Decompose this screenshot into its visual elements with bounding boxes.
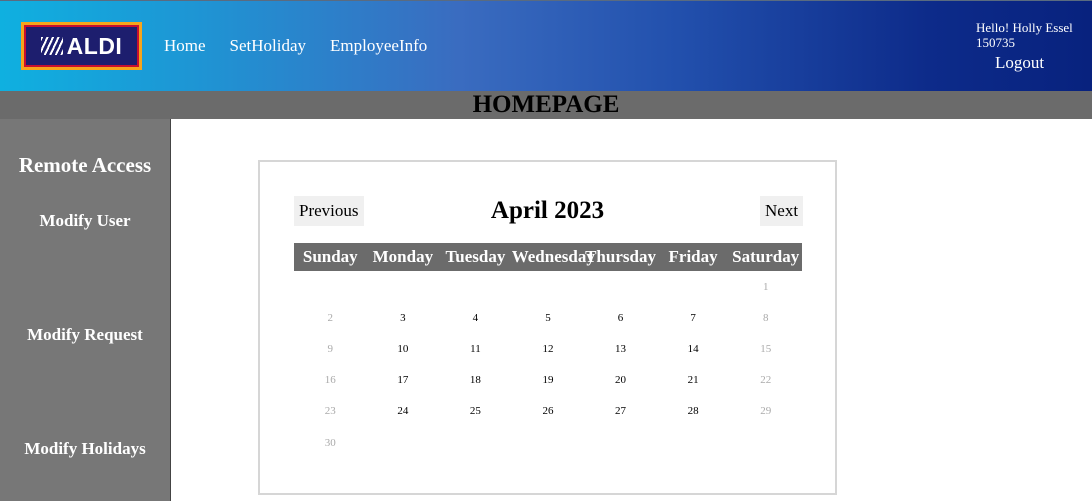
calendar-week-row: 23 24 25 26 27 28 29	[294, 396, 802, 427]
calendar-day-cell[interactable]: 3	[367, 302, 440, 333]
calendar-day-cell[interactable]: 17	[367, 365, 440, 396]
calendar-day-cell[interactable]: 29	[729, 396, 802, 427]
calendar-day-cell[interactable]: 23	[294, 396, 367, 427]
next-month-button[interactable]: Next	[760, 196, 804, 226]
weekday-header-tuesday: Tuesday	[439, 243, 512, 271]
calendar-day-cell[interactable]: 21	[657, 365, 730, 396]
calendar-empty-cell	[657, 427, 730, 458]
calendar-day-cell[interactable]: 11	[439, 333, 512, 364]
calendar-day-cell[interactable]: 25	[439, 396, 512, 427]
calendar-day-cell[interactable]: 14	[657, 333, 730, 364]
calendar-grid: Sunday Monday Tuesday Wednesday Thursday…	[294, 243, 802, 458]
sidebar-item-modify-holidays[interactable]: Modify Holidays	[0, 439, 170, 459]
calendar-empty-cell	[294, 271, 367, 302]
calendar-week-row: 1	[294, 271, 802, 302]
calendar-empty-cell	[512, 271, 585, 302]
calendar-day-cell[interactable]: 13	[584, 333, 657, 364]
calendar-day-cell[interactable]: 4	[439, 302, 512, 333]
calendar-empty-cell	[584, 427, 657, 458]
calendar-day-cell[interactable]: 24	[367, 396, 440, 427]
calendar-day-cell[interactable]: 5	[512, 302, 585, 333]
calendar-day-cell[interactable]: 28	[657, 396, 730, 427]
weekday-header-sunday: Sunday	[294, 243, 367, 271]
weekday-header-monday: Monday	[366, 243, 440, 271]
calendar-empty-cell	[367, 427, 440, 458]
main-nav: Home SetHoliday EmployeeInfo	[164, 36, 427, 56]
calendar-day-cell[interactable]: 8	[729, 302, 802, 333]
weekday-header-row: Sunday Monday Tuesday Wednesday Thursday…	[294, 243, 802, 271]
calendar-day-cell[interactable]: 26	[512, 396, 585, 427]
calendar-day-cell[interactable]: 22	[729, 365, 802, 396]
weekday-header-thursday: Thursday	[584, 243, 657, 271]
calendar-week-row: 9 10 11 12 13 14 15	[294, 333, 802, 364]
top-header: ALDI Home SetHoliday EmployeeInfo Hello!…	[0, 0, 1092, 91]
employee-id: 150735	[976, 35, 1015, 50]
nav-employeeinfo-link[interactable]: EmployeeInfo	[330, 36, 427, 56]
calendar-empty-cell	[439, 427, 512, 458]
calendar-day-cell[interactable]: 12	[512, 333, 585, 364]
nav-setholiday-link[interactable]: SetHoliday	[230, 36, 307, 56]
calendar-empty-cell	[729, 427, 802, 458]
calendar-day-cell[interactable]: 15	[729, 333, 802, 364]
calendar-day-cell[interactable]: 2	[294, 302, 367, 333]
calendar-day-cell[interactable]: 19	[512, 365, 585, 396]
weekday-header-wednesday: Wednesday	[511, 243, 595, 271]
calendar-day-cell[interactable]: 30	[294, 427, 367, 458]
sidebar-item-modify-user[interactable]: Modify User	[0, 211, 170, 231]
calendar-day-cell[interactable]: 18	[439, 365, 512, 396]
calendar-day-cell[interactable]: 7	[657, 302, 730, 333]
calendar-day-cell[interactable]: 20	[584, 365, 657, 396]
calendar-empty-cell	[584, 271, 657, 302]
user-info: Hello! Holly Essel 150735	[976, 20, 1073, 50]
page-title: HOMEPAGE	[472, 91, 620, 118]
aldi-logo[interactable]: ALDI	[21, 22, 142, 70]
sidebar: Remote Access Modify User Modify Request…	[0, 119, 171, 501]
calendar-day-cell[interactable]: 16	[294, 365, 367, 396]
calendar-day-cell[interactable]: 9	[294, 333, 367, 364]
calendar-day-cell[interactable]: 10	[367, 333, 440, 364]
calendar-day-cell[interactable]: 1	[729, 271, 802, 302]
logout-link[interactable]: Logout	[995, 53, 1044, 73]
calendar-days: 1 2 3 4 5 6 7 8 9 10 11 12 13 14 15 16 17 18 19 20 21 22 23 24 2…	[294, 271, 802, 458]
sidebar-heading: Remote Access	[18, 153, 152, 177]
nav-home-link[interactable]: Home	[164, 36, 206, 56]
calendar-day-cell[interactable]: 27	[584, 396, 657, 427]
calendar-empty-cell	[657, 271, 730, 302]
calendar-week-row: 30	[294, 427, 802, 458]
logo-text: ALDI	[66, 32, 123, 59]
calendar-day-cell[interactable]: 6	[584, 302, 657, 333]
user-greeting: Hello! Holly Essel	[976, 20, 1073, 35]
logo-badge: ALDI	[24, 25, 139, 67]
weekday-header-saturday: Saturday	[729, 243, 802, 271]
calendar-empty-cell	[512, 427, 585, 458]
calendar-empty-cell	[439, 271, 512, 302]
calendar-week-row: 2345678	[294, 302, 802, 333]
sidebar-item-modify-request[interactable]: Modify Request	[0, 325, 170, 345]
page-title-bar: HOMEPAGE	[0, 91, 1092, 119]
calendar-empty-cell	[367, 271, 440, 302]
calendar-panel: April 2023 Previous Next Sunday Monday T…	[258, 160, 837, 495]
logo-stripes-icon	[40, 37, 63, 55]
previous-month-button[interactable]: Previous	[294, 196, 364, 226]
calendar-week-row: 16 17 18 19 20 21 22	[294, 365, 802, 396]
weekday-header-friday: Friday	[656, 243, 730, 271]
